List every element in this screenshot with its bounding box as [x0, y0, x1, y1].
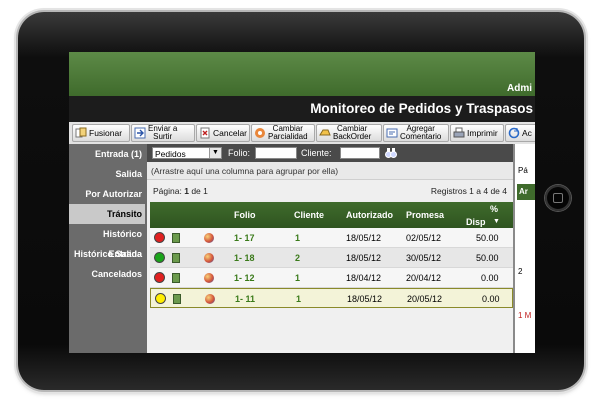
document-icon[interactable] — [172, 253, 180, 263]
fusionar-label: Fusionar — [89, 128, 123, 138]
table-row[interactable]: 1- 18 2 18/05/12 30/05/12 50.00 — [150, 248, 513, 268]
folio-cell[interactable]: 1- 18 — [234, 248, 255, 268]
parcialidad-label-2: Parcialidad — [268, 132, 308, 141]
sidebar-item-historico-salida[interactable]: Histórico Salida — [69, 244, 145, 264]
status-red-icon — [154, 272, 165, 283]
filter-bar: Pedidos ▼ Folio: Cliente: — [147, 144, 513, 162]
autorizado-cell: 18/05/12 — [346, 233, 382, 243]
comment-icon — [386, 127, 398, 139]
disp-cell: 50.00 — [476, 233, 499, 243]
right-panel-line-a: 2 — [518, 267, 523, 276]
status-red-icon — [154, 232, 165, 243]
globe-icon[interactable] — [204, 253, 214, 263]
toolbar: Fusionar Enviar a Surtir Cancelar Cambiar… — [69, 122, 535, 145]
status-green-icon — [154, 252, 165, 263]
right-panel-line-b: 1 M — [518, 311, 532, 320]
folio-cell[interactable]: 1- 17 — [234, 228, 255, 248]
app-screen: Admi Monitoreo de Pedidos y Traspasos Fu… — [69, 52, 535, 353]
autorizado-cell: 18/05/12 — [347, 294, 383, 304]
col-promesa[interactable]: Promesa — [406, 202, 444, 228]
type-select[interactable]: Pedidos ▼ — [152, 147, 222, 159]
folio-input[interactable] — [255, 147, 297, 159]
enviar-label-2: Surtir — [153, 132, 173, 141]
document-icon[interactable] — [172, 273, 180, 283]
imprimir-button[interactable]: Imprimir — [450, 124, 504, 142]
col-cliente[interactable]: Cliente — [294, 202, 324, 228]
promesa-cell: 30/05/12 — [406, 253, 442, 263]
sidebar-item-salida[interactable]: Salida — [69, 164, 145, 184]
change-icon — [254, 127, 266, 139]
send-icon — [134, 127, 146, 139]
type-select-value: Pedidos — [155, 149, 186, 159]
title-bar: Monitoreo de Pedidos y Traspasos — [69, 96, 535, 122]
pager-current[interactable]: 1 — [184, 186, 189, 196]
orders-grid: (Arrastre aquí una columna para agrupar … — [147, 162, 513, 353]
pager: Página: 1 de 1 Registros 1 a 4 de 4 — [147, 180, 513, 202]
right-panel-header[interactable]: Ar — [517, 184, 535, 200]
cliente-label: Cliente: — [301, 148, 332, 158]
pager-label: Página: — [153, 186, 182, 196]
pager-of: de 1 — [191, 186, 208, 196]
merge-icon — [75, 127, 87, 139]
autorizado-cell: 18/05/12 — [346, 253, 382, 263]
table-row[interactable]: 1- 17 1 18/05/12 02/05/12 50.00 — [150, 228, 513, 248]
agregar-comentario-button[interactable]: Agregar Comentario — [383, 124, 449, 142]
document-icon[interactable] — [173, 294, 181, 304]
sidebar-item-transito[interactable]: Tránsito — [69, 204, 145, 224]
table-row[interactable]: 1- 12 1 18/04/12 20/04/12 0.00 — [150, 268, 513, 288]
cambiar-backorder-button[interactable]: Cambiar BackOrder — [316, 124, 382, 142]
main-content: Pedidos ▼ Folio: Cliente: (Arrastre aquí… — [147, 144, 535, 353]
group-by-hint[interactable]: (Arrastre aquí una columna para agrupar … — [147, 162, 513, 180]
cancelar-label: Cancelar — [213, 128, 248, 138]
imprimir-label: Imprimir — [467, 128, 498, 138]
promesa-cell: 02/05/12 — [406, 233, 442, 243]
tablet-home-button[interactable] — [545, 185, 571, 211]
print-icon — [453, 127, 465, 139]
globe-icon[interactable] — [204, 233, 214, 243]
document-icon[interactable] — [172, 233, 180, 243]
globe-icon[interactable] — [204, 273, 214, 283]
right-panel-label: Pá — [518, 166, 528, 175]
sidebar: Entrada (1) Salida Por Autorizar Tránsit… — [69, 144, 147, 353]
col-folio[interactable]: Folio — [234, 202, 256, 228]
disp-cell: 50.00 — [476, 253, 499, 263]
sidebar-item-por-autorizar[interactable]: Por Autorizar — [69, 184, 145, 204]
sidebar-item-historico-entrada[interactable]: Histórico Entrada — [69, 224, 145, 259]
page-title: Monitoreo de Pedidos y Traspasos — [310, 101, 533, 116]
fusionar-button[interactable]: Fusionar — [72, 124, 130, 142]
actualizar-button[interactable]: Ac — [505, 124, 535, 142]
cliente-input[interactable] — [340, 147, 380, 159]
cliente-cell: 1 — [295, 273, 301, 283]
promesa-cell: 20/04/12 — [406, 273, 442, 283]
autorizado-cell: 18/04/12 — [346, 273, 382, 283]
folio-cell[interactable]: 1- 12 — [234, 268, 255, 288]
admin-label[interactable]: Admi — [69, 81, 535, 96]
chevron-down-icon[interactable]: ▼ — [209, 148, 221, 158]
cambiar-parcialidad-button[interactable]: Cambiar Parcialidad — [251, 124, 315, 142]
enviar-surtir-button[interactable]: Enviar a Surtir — [131, 124, 195, 142]
col-autorizado[interactable]: Autorizado — [346, 202, 393, 228]
folio-cell[interactable]: 1- 11 — [235, 289, 255, 309]
right-detail-panel: Pá Ar 2 1 M — [513, 144, 535, 353]
table-header: Folio Cliente Autorizado Promesa % Disp … — [150, 202, 513, 228]
cancelar-button[interactable]: Cancelar — [196, 124, 250, 142]
cliente-cell: 2 — [295, 253, 301, 263]
sidebar-item-entrada[interactable]: Entrada (1) — [69, 144, 145, 164]
sidebar-item-cancelados[interactable]: Cancelados — [69, 264, 145, 284]
cliente-cell: 1 — [296, 294, 302, 304]
comentario-label-2: Comentario — [400, 132, 442, 141]
backorder-icon — [319, 127, 331, 139]
promesa-cell: 20/05/12 — [407, 294, 443, 304]
actualizar-label: Ac — [522, 128, 532, 138]
folio-label: Folio: — [228, 148, 251, 158]
status-yellow-icon — [155, 293, 166, 304]
globe-icon[interactable] — [205, 294, 215, 304]
cliente-cell: 1 — [295, 233, 301, 243]
table-row-selected[interactable]: 1- 11 1 18/05/12 20/05/12 0.00 — [150, 288, 513, 308]
disp-cell: 0.00 — [481, 273, 499, 283]
update-icon — [508, 127, 520, 139]
cancel-icon — [199, 127, 211, 139]
disp-cell: 0.00 — [482, 294, 500, 304]
backorder-label-2: BackOrder — [333, 132, 372, 141]
